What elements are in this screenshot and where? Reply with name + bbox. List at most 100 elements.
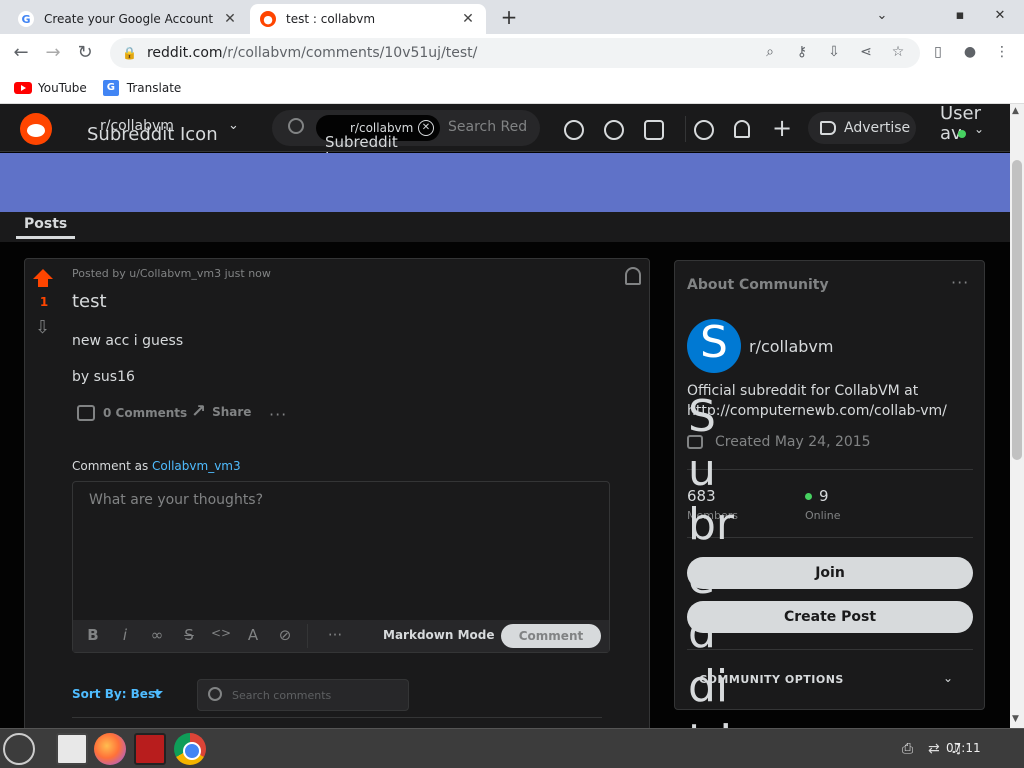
comment-user-link[interactable]: Collabvm_vm3 bbox=[152, 459, 241, 473]
more-options-icon[interactable]: ··· bbox=[951, 273, 969, 292]
strikethrough-icon[interactable]: S bbox=[179, 626, 199, 644]
post-meta: Posted by u/Collabvm_vm3 just now bbox=[72, 267, 271, 280]
online-status-icon bbox=[958, 130, 966, 138]
comments-label: 0 Comments bbox=[103, 406, 188, 420]
comment-submit-button[interactable]: Comment bbox=[501, 624, 601, 648]
tab-posts[interactable]: Posts bbox=[16, 216, 76, 239]
post-body-line: new acc i guess bbox=[72, 333, 184, 349]
sort-dropdown[interactable]: Sort By: Best bbox=[72, 687, 161, 701]
file-manager-icon[interactable] bbox=[56, 733, 88, 765]
close-window-icon[interactable]: ✕ bbox=[990, 8, 1010, 23]
close-tab-icon[interactable]: ✕ bbox=[460, 11, 476, 27]
coins-icon[interactable] bbox=[604, 120, 624, 140]
comment-input[interactable]: What are your thoughts? bbox=[89, 492, 263, 508]
url-path: /r/collabvm/comments/10v51uj/test/ bbox=[222, 45, 478, 61]
install-icon[interactable]: ⇩ bbox=[824, 44, 844, 60]
more-options-icon[interactable]: ··· bbox=[269, 405, 287, 424]
downvote-icon[interactable]: ⇩ bbox=[35, 317, 50, 338]
follow-post-bell-icon[interactable] bbox=[625, 267, 641, 285]
chat-icon[interactable] bbox=[694, 120, 714, 140]
spoiler-icon[interactable]: ⊘ bbox=[275, 626, 295, 644]
popular-icon[interactable] bbox=[564, 120, 584, 140]
advertise-button[interactable]: Advertise bbox=[808, 112, 916, 144]
reddit-header: r/collabvm Subreddit Icon ⌄ r/collabvm ✕… bbox=[0, 104, 1010, 152]
chat-talk-icon[interactable] bbox=[644, 120, 664, 140]
toolbar-divider bbox=[307, 624, 308, 648]
community-name-link[interactable]: r/collabvm bbox=[749, 337, 833, 356]
comments-button[interactable]: 0 Comments bbox=[77, 405, 187, 421]
search-comments[interactable]: Search comments bbox=[197, 679, 409, 711]
comment-as: Comment as Collabvm_vm3 bbox=[72, 459, 241, 473]
reload-icon[interactable]: ↻ bbox=[74, 42, 96, 64]
community-picker[interactable]: r/collabvm Subreddit Icon bbox=[70, 118, 218, 145]
google-icon: G bbox=[18, 11, 34, 27]
header-divider bbox=[685, 116, 686, 142]
page-scrollbar[interactable]: ▲ ▼ bbox=[1010, 104, 1024, 728]
key-icon[interactable]: ⚷ bbox=[792, 44, 812, 60]
bookmark-youtube[interactable]: YouTube bbox=[14, 81, 87, 95]
link-icon[interactable]: ∞ bbox=[147, 626, 167, 644]
scroll-up-icon[interactable]: ▲ bbox=[1012, 106, 1019, 116]
network-icon[interactable]: ⇄ bbox=[928, 741, 940, 757]
search-comments-input[interactable]: Search comments bbox=[232, 689, 331, 702]
scroll-down-icon[interactable]: ▼ bbox=[1012, 714, 1019, 724]
community-avatar[interactable]: S bbox=[687, 317, 741, 373]
firefox-icon[interactable] bbox=[94, 733, 126, 765]
share-label: Share bbox=[212, 404, 252, 419]
bold-icon[interactable]: B bbox=[83, 626, 103, 644]
translate-icon: G bbox=[102, 79, 119, 96]
share-icon[interactable]: ⋖ bbox=[856, 44, 876, 60]
launcher-icon[interactable] bbox=[3, 733, 35, 765]
create-post-icon[interactable]: + bbox=[772, 114, 792, 142]
menu-icon[interactable]: ⋮ bbox=[992, 44, 1012, 60]
reddit-logo-icon[interactable] bbox=[20, 113, 52, 145]
chevron-down-icon[interactable]: ⌄ bbox=[228, 118, 239, 133]
comment-icon bbox=[77, 405, 95, 421]
search-input[interactable]: Search Reddit bbox=[448, 119, 528, 135]
side-panel-icon[interactable]: ▯ bbox=[928, 44, 948, 60]
zoom-search-icon[interactable]: ⌕ bbox=[760, 44, 780, 60]
close-tab-icon[interactable]: ✕ bbox=[222, 11, 238, 27]
bookmark-translate[interactable]: G Translate bbox=[102, 79, 182, 96]
chevron-down-icon[interactable]: ⌄ bbox=[974, 122, 984, 136]
chrome-icon[interactable] bbox=[174, 733, 206, 765]
italic-icon[interactable]: i bbox=[115, 626, 135, 644]
url-host: reddit.com bbox=[146, 45, 223, 61]
back-icon[interactable]: ← bbox=[10, 42, 32, 64]
browser-toolbar: ← → ↻ 🔒 reddit.com/r/collabvm/comments/1… bbox=[0, 34, 1024, 72]
share-button[interactable]: ↗ Share bbox=[191, 401, 251, 422]
inline-code-icon[interactable]: <> bbox=[211, 626, 231, 640]
chevron-down-icon[interactable]: ⌄ bbox=[943, 671, 953, 685]
community-banner bbox=[0, 153, 1010, 212]
tab-title: Create your Google Account bbox=[44, 12, 214, 26]
more-formatting-icon[interactable]: ··· bbox=[325, 626, 345, 644]
subreddit-icon-alt: Subreddit Icon bbox=[87, 124, 218, 145]
tab-google-account[interactable]: G Create your Google Account ✕ bbox=[8, 4, 248, 34]
lock-icon: 🔒 bbox=[122, 46, 137, 60]
forward-icon[interactable]: → bbox=[42, 42, 64, 64]
tab-title: test : collabvm bbox=[286, 12, 376, 26]
printer-icon[interactable]: ⎙ bbox=[902, 741, 913, 757]
tab-search-icon[interactable]: ⌄ bbox=[872, 8, 892, 23]
scroll-thumb[interactable] bbox=[1012, 160, 1022, 460]
markdown-mode-button[interactable]: Markdown Mode bbox=[383, 628, 495, 642]
youtube-icon bbox=[14, 81, 32, 94]
divider bbox=[72, 717, 602, 718]
comment-editor[interactable]: What are your thoughts? B i ∞ S <> A ⊘ ·… bbox=[72, 481, 610, 653]
online-label: Online bbox=[805, 509, 841, 522]
tab-reddit[interactable]: ● test : collabvm ✕ bbox=[250, 4, 486, 34]
notifications-icon[interactable] bbox=[734, 120, 750, 138]
caret-down-icon[interactable] bbox=[153, 691, 163, 696]
terminal-icon[interactable] bbox=[134, 733, 166, 765]
bookmark-label: Translate bbox=[126, 80, 182, 95]
superscript-icon[interactable]: A bbox=[243, 626, 263, 644]
advertise-label: Advertise bbox=[844, 120, 911, 136]
bookmark-star-icon[interactable]: ☆ bbox=[888, 44, 908, 60]
online-dot-icon bbox=[805, 493, 812, 500]
new-tab-button[interactable]: + bbox=[496, 6, 522, 28]
reddit-icon: ● bbox=[260, 11, 276, 27]
maximize-icon[interactable]: ▪ bbox=[950, 8, 970, 23]
profile-icon[interactable]: ● bbox=[960, 44, 980, 60]
comment-as-prefix: Comment as bbox=[72, 459, 149, 473]
post-title: test bbox=[72, 291, 107, 312]
